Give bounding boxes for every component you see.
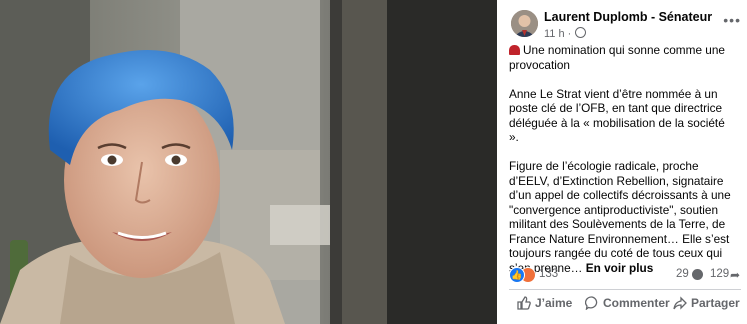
- author-avatar[interactable]: [511, 10, 538, 37]
- thumbs-up-icon: [517, 296, 531, 310]
- siren-icon: [509, 45, 520, 55]
- post-timestamp[interactable]: 11 h ·: [544, 27, 587, 40]
- like-reaction-icon: 👍: [509, 267, 525, 283]
- share-icon: [673, 296, 687, 310]
- post-paragraph-3: Figure de l’écologie radicale, proche d’…: [509, 159, 731, 275]
- post-panel: Laurent Duplomb - Sénateur 11 h · ••• Un…: [497, 0, 747, 324]
- comment-label: Commenter: [603, 296, 670, 310]
- share-count[interactable]: 129: [710, 268, 729, 280]
- comment-icon: [584, 296, 598, 311]
- post-header: Laurent Duplomb - Sénateur 11 h · •••: [511, 10, 741, 42]
- post-actions: J’aime Commenter Partager: [509, 294, 747, 316]
- post-paragraph-2: Anne Le Strat vient d’être nommée à un p…: [509, 86, 725, 145]
- share-label: Partager: [691, 296, 740, 310]
- globe-icon: [575, 27, 587, 38]
- comment-button[interactable]: Commenter: [584, 296, 670, 311]
- reactions-bar: 👍 133 29 129 ➦: [509, 266, 741, 284]
- post-text: Une nomination qui sonne comme une provo…: [509, 43, 737, 275]
- post-time[interactable]: 11 h ·: [544, 28, 571, 40]
- actions-divider: [509, 289, 741, 290]
- like-label: J’aime: [535, 296, 573, 310]
- post-paragraph-1: Une nomination qui sonne comme une provo…: [509, 43, 725, 72]
- reaction-count[interactable]: 133: [539, 268, 558, 280]
- comment-count[interactable]: 29: [676, 268, 689, 280]
- post-photo[interactable]: [0, 0, 497, 324]
- author-name[interactable]: Laurent Duplomb - Sénateur: [544, 10, 712, 24]
- share-button[interactable]: Partager: [673, 296, 740, 310]
- like-button[interactable]: J’aime: [517, 296, 572, 310]
- comment-bubble-icon: [692, 269, 703, 280]
- more-dots-icon[interactable]: •••: [723, 12, 741, 28]
- share-arrow-icon: ➦: [730, 268, 741, 282]
